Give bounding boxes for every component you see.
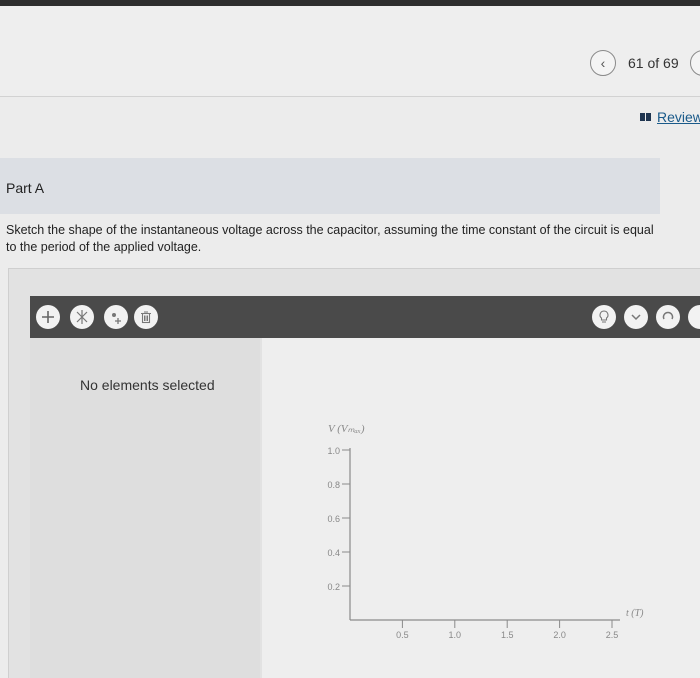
x-axis-label: t (T) bbox=[626, 608, 644, 619]
reset-button[interactable] bbox=[656, 305, 680, 329]
x-tick-label: 1.0 bbox=[449, 630, 462, 640]
chevron-left-icon: ‹ bbox=[600, 55, 606, 71]
y-tick-label: 0.8 bbox=[327, 480, 340, 490]
page-counter: 61 of 69 bbox=[628, 55, 679, 71]
reset-icon bbox=[662, 311, 674, 320]
no-elements-message: No elements selected bbox=[80, 377, 215, 393]
hint-button[interactable] bbox=[592, 305, 616, 329]
check-button[interactable] bbox=[624, 305, 648, 329]
y-tick-label: 1.0 bbox=[327, 446, 340, 456]
review-icon bbox=[640, 113, 652, 121]
check-icon bbox=[631, 314, 641, 321]
x-tick-label: 1.5 bbox=[501, 630, 514, 640]
clear-tool-button[interactable] bbox=[70, 305, 94, 329]
x-tick-label: 0.5 bbox=[396, 630, 409, 640]
part-header[interactable] bbox=[0, 158, 660, 214]
previous-item-button[interactable]: ‹ bbox=[590, 50, 616, 76]
part-title: Part A bbox=[6, 180, 45, 196]
y-axis-label: V (Vₘₐₓ) bbox=[328, 423, 365, 435]
clear-icon bbox=[76, 310, 88, 324]
review-label: Review bbox=[657, 109, 700, 125]
add-tool-button[interactable] bbox=[36, 305, 60, 329]
review-link[interactable]: Review bbox=[640, 109, 700, 125]
header-divider bbox=[0, 96, 700, 97]
y-tick-label: 0.6 bbox=[327, 514, 340, 524]
hint-icon bbox=[599, 310, 609, 323]
question-text: Sketch the shape of the instantaneous vo… bbox=[6, 223, 654, 254]
delete-tool-button[interactable] bbox=[134, 305, 158, 329]
add-icon bbox=[42, 311, 54, 323]
voltage-chart[interactable]: 1.0 0.8 0.6 0.4 0.2 0.5 1.0 1.5 2.0 2.5 V (Vₘₐₓ) t … bbox=[262, 338, 700, 678]
trash-icon bbox=[141, 311, 151, 324]
y-tick-label: 0.2 bbox=[327, 582, 340, 592]
x-tick-label: 2.0 bbox=[553, 630, 566, 640]
x-tick-label: 2.5 bbox=[606, 630, 619, 640]
add-point-tool-button[interactable] bbox=[104, 305, 128, 329]
y-tick-label: 0.4 bbox=[327, 548, 340, 558]
header-area bbox=[0, 6, 700, 96]
add-point-icon bbox=[112, 313, 121, 324]
